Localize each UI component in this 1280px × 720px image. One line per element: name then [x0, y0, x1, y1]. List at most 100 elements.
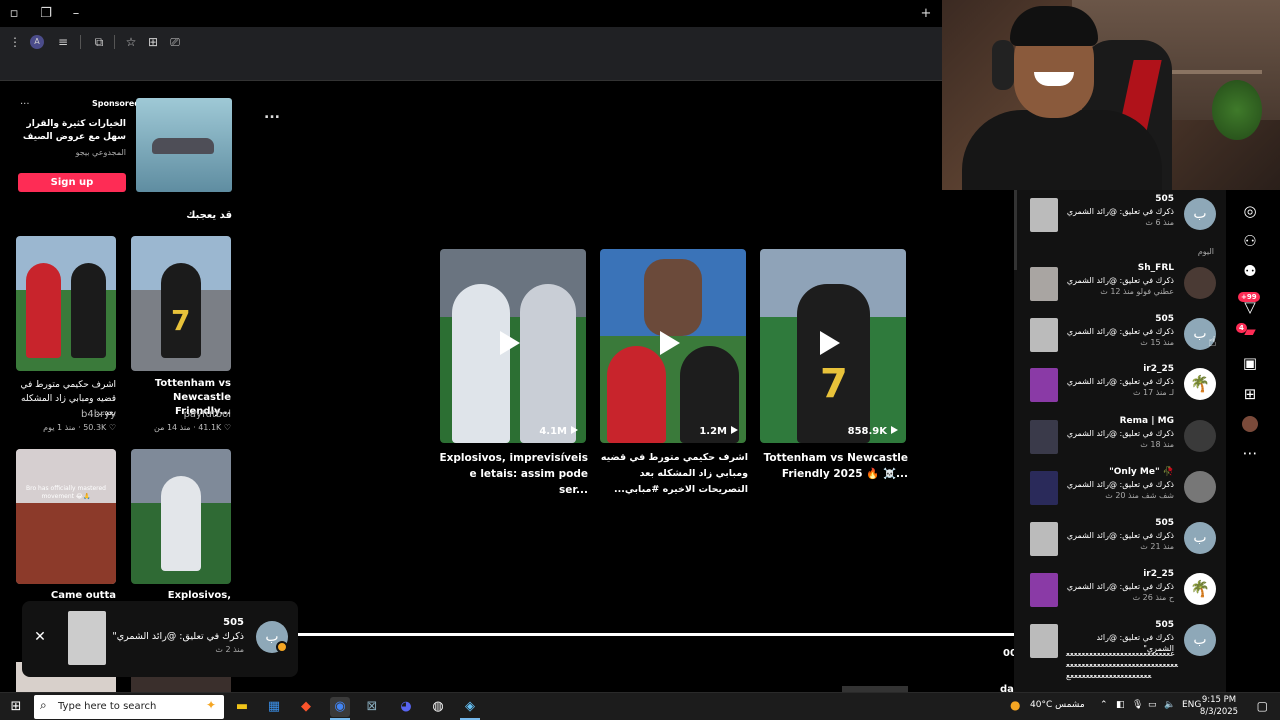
- windows-start-icon[interactable]: ⊞: [8, 699, 24, 715]
- notification-username: ir2_25: [1143, 569, 1174, 579]
- upload-icon[interactable]: ⊞: [1239, 383, 1261, 405]
- notification-text: ذكرك في تعليق: @رائد الشمري ح منذ 26 ث: [1066, 582, 1174, 602]
- notification-avatar[interactable]: [1184, 267, 1216, 299]
- notification-item[interactable]: 505 ذكرك في تعليق: @رائد الشمري منذ 15 ث …: [1014, 312, 1226, 358]
- minimize-icon[interactable]: –: [66, 4, 86, 24]
- app-icon[interactable]: ⊠: [362, 697, 382, 717]
- screenshot-icon[interactable]: ⎚: [166, 33, 184, 51]
- live-icon[interactable]: ▣: [1239, 352, 1261, 374]
- notification-username: 505: [1155, 314, 1174, 324]
- notification-center-icon[interactable]: ▢: [1257, 699, 1268, 713]
- grid-thumbnail[interactable]: 7: [131, 236, 231, 371]
- sign-up-button[interactable]: Sign up: [18, 173, 126, 192]
- notification-thumbnail[interactable]: [1030, 198, 1058, 232]
- add-friend-icon[interactable]: ⚇: [1239, 230, 1261, 252]
- friends-icon[interactable]: ⚉: [1239, 260, 1261, 282]
- video-title[interactable]: اشرف حكيمي متورط في قضيه ومبابي زاد المش…: [598, 450, 748, 498]
- tray-expand-icon[interactable]: ⌃: [1100, 700, 1108, 710]
- ad-text: الخيارات كثيرة والقرار سهل مع عروض الصيف: [22, 119, 126, 142]
- video-progress-bar[interactable]: [296, 633, 1014, 636]
- search-placeholder: Type here to search: [58, 701, 157, 712]
- play-icon[interactable]: [820, 331, 840, 355]
- obs-icon[interactable]: ◍: [428, 697, 448, 717]
- notification-thumbnail[interactable]: [1030, 471, 1058, 505]
- notification-thumbnail[interactable]: [1030, 573, 1058, 607]
- tray-app-icon[interactable]: ◧: [1116, 700, 1125, 710]
- store-icon[interactable]: ▦: [264, 697, 284, 717]
- tab-actions-icon[interactable]: ❐: [36, 4, 56, 24]
- notification-item[interactable]: 505 ذكرك في تعليق: @رائد الشمري منذ 6 ث ب: [1014, 192, 1226, 238]
- discord-icon[interactable]: ◕: [396, 697, 416, 717]
- headset: [992, 40, 1014, 90]
- notification-item[interactable]: ir2_25 ذكرك في تعليق: @رائد الشمري ح منذ …: [1014, 567, 1226, 613]
- notification-thumbnail[interactable]: [1030, 420, 1058, 454]
- toast-thumbnail[interactable]: [68, 611, 106, 665]
- grid-thumbnail[interactable]: Bro has officially mastered movement 😂🙏: [16, 449, 116, 584]
- grid-item-author[interactable]: b4bryy: [12, 409, 116, 420]
- browser-tabs-icon[interactable]: ▫: [4, 4, 24, 24]
- notification-avatar[interactable]: [1184, 471, 1216, 503]
- notification-avatar[interactable]: ب: [1184, 198, 1216, 230]
- send-icon[interactable]: ▽: [1239, 296, 1261, 318]
- close-icon[interactable]: ✕: [32, 629, 48, 645]
- taskbar-search[interactable]: ⌕ Type here to search ✦: [34, 695, 224, 719]
- notification-thumbnail[interactable]: [1030, 267, 1058, 301]
- grid-item-author[interactable]: payfutbol: [127, 409, 231, 420]
- video-title[interactable]: Tottenham vs Newcastle Friendly 2025 🔥 ☠…: [758, 450, 908, 482]
- grid-item-meta: ♡ 41.1K · منذ 14 من: [154, 423, 231, 432]
- notification-username: Rema | MG: [1119, 416, 1174, 426]
- toast-badge: [276, 641, 288, 653]
- chrome-icon[interactable]: ◉: [330, 697, 350, 717]
- network-icon[interactable]: ▭: [1148, 700, 1157, 710]
- collections-icon[interactable]: ⊞: [144, 33, 162, 51]
- weather-icon: ●: [1010, 698, 1021, 712]
- more-options-icon[interactable]: ...: [264, 106, 280, 122]
- notification-avatar[interactable]: 🌴: [1184, 368, 1216, 400]
- video-card[interactable]: 4.1M: [440, 249, 586, 443]
- reader-icon[interactable]: ≡: [54, 33, 72, 51]
- mention-toast[interactable]: ✕ 505 ذكرك في تعليق: @رائد الشمري" منذ 2…: [22, 601, 298, 677]
- taskbar-clock[interactable]: 9:15 PM 8/3/2025: [1194, 694, 1244, 718]
- microphone-icon[interactable]: 🎙: [1132, 700, 1143, 710]
- new-tab-button[interactable]: +: [916, 4, 936, 24]
- notification-thumbnail[interactable]: [1030, 522, 1058, 556]
- volume-icon[interactable]: 🔈: [1164, 700, 1175, 710]
- ad-more-icon[interactable]: ...: [20, 96, 30, 107]
- grid-thumbnail[interactable]: [16, 236, 116, 371]
- play-icon[interactable]: [500, 331, 520, 355]
- profile-icon[interactable]: A: [30, 35, 44, 49]
- more-icon[interactable]: ⋯: [1239, 442, 1261, 464]
- grid-item-time: منذ 1 يوم: [43, 423, 76, 432]
- notification-avatar[interactable]: [1184, 420, 1216, 452]
- compass-icon[interactable]: ◎: [1239, 200, 1261, 222]
- thumb-room: [16, 503, 116, 584]
- video-card[interactable]: 1.2M: [600, 249, 746, 443]
- notification-thumbnail[interactable]: [1030, 624, 1058, 658]
- notification-item[interactable]: ir2_25 ذكرك في تعليق: @رائد الشمري لـ منذ…: [1014, 362, 1226, 408]
- menu-icon[interactable]: ⋮: [6, 33, 24, 51]
- webcam-overlay: [942, 0, 1280, 190]
- notification-item[interactable]: Rema | MG ذكرك في تعليق: @رائد الشمري منذ…: [1014, 414, 1226, 460]
- grid-thumbnail[interactable]: [131, 449, 231, 584]
- star-icon[interactable]: ☆: [122, 33, 140, 51]
- video-title[interactable]: Explosivos, imprevisíveis e letais: assi…: [438, 450, 588, 498]
- notification-item[interactable]: "Only Me" 🥀 ذكرك في تعليق: @رائد الشمري ش…: [1014, 465, 1226, 511]
- notification-item[interactable]: 505 ذكرك في تعليق: @رائد الشمري منذ 21 ث …: [1014, 516, 1226, 562]
- file-explorer-icon[interactable]: ▬: [232, 697, 252, 717]
- notification-item[interactable]: Sh_FRL ذكرك في تعليق: @رائد الشمري عطني ف…: [1014, 261, 1226, 307]
- play-icon[interactable]: [660, 331, 680, 355]
- extensions-icon[interactable]: ⧉: [90, 33, 108, 51]
- notification-thumbnail[interactable]: [1030, 368, 1058, 402]
- notification-thumbnail[interactable]: [1030, 318, 1058, 352]
- notification-avatar[interactable]: 🌴: [1184, 573, 1216, 605]
- views-play-icon: [891, 426, 898, 434]
- notification-username: ir2_25: [1143, 364, 1174, 374]
- browser-titlebar: ▫ ❐ – +: [0, 0, 942, 27]
- weather-text[interactable]: 40°C مشمس: [1030, 700, 1085, 710]
- video-card[interactable]: 7 858.9K: [760, 249, 906, 443]
- brave-icon[interactable]: ◆: [296, 697, 316, 717]
- notification-avatar[interactable]: ب: [1184, 624, 1216, 656]
- steam-icon[interactable]: ◈: [460, 697, 480, 717]
- profile-avatar[interactable]: [1242, 416, 1258, 432]
- notification-avatar[interactable]: ب: [1184, 522, 1216, 554]
